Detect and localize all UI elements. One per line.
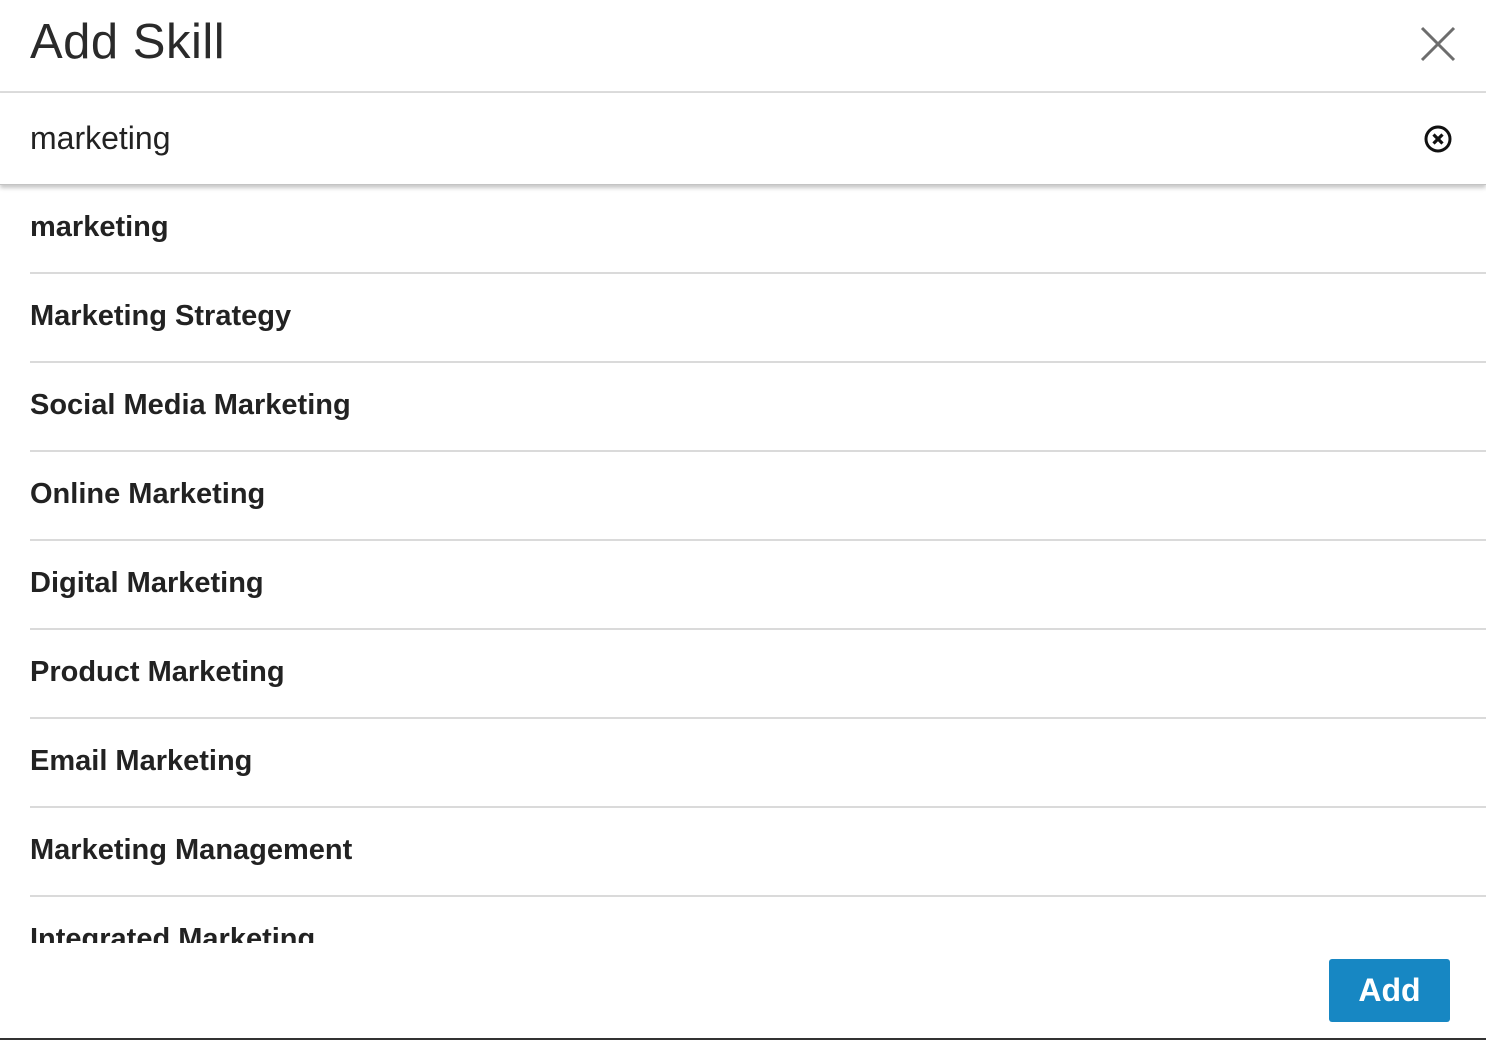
suggestion-label: Social Media Marketing bbox=[30, 389, 351, 421]
search-bar bbox=[0, 93, 1486, 185]
clear-search-button[interactable] bbox=[1423, 124, 1453, 154]
suggestion-item[interactable]: Product Marketing bbox=[30, 630, 1486, 719]
dialog-title: Add Skill bbox=[30, 15, 226, 69]
suggestion-item[interactable]: Marketing Strategy bbox=[30, 274, 1486, 363]
suggestion-label: Marketing Management bbox=[30, 834, 353, 866]
suggestion-item[interactable]: Online Marketing bbox=[30, 452, 1486, 541]
dialog-header: Add Skill bbox=[0, 0, 1486, 93]
close-icon bbox=[1420, 26, 1456, 62]
clear-circle-x-icon bbox=[1424, 125, 1452, 153]
suggestion-list: marketing Marketing Strategy Social Medi… bbox=[0, 185, 1486, 943]
suggestion-item[interactable]: Integrated Marketing bbox=[30, 897, 1486, 943]
suggestion-item[interactable]: Email Marketing bbox=[30, 719, 1486, 808]
add-button[interactable]: Add bbox=[1329, 959, 1450, 1022]
suggestion-label: Digital Marketing bbox=[30, 567, 264, 599]
suggestion-item[interactable]: Social Media Marketing bbox=[30, 363, 1486, 452]
suggestion-label: Marketing Strategy bbox=[30, 300, 292, 332]
suggestion-item[interactable]: Digital Marketing bbox=[30, 541, 1486, 630]
suggestion-label: Online Marketing bbox=[30, 478, 266, 510]
close-button[interactable] bbox=[1418, 24, 1458, 64]
suggestion-label: marketing bbox=[30, 211, 169, 243]
suggestion-item[interactable]: Marketing Management bbox=[30, 808, 1486, 897]
suggestion-label: Integrated Marketing bbox=[30, 923, 316, 943]
skill-search-input[interactable] bbox=[30, 115, 1390, 161]
suggestion-item[interactable]: marketing bbox=[30, 185, 1486, 274]
suggestion-label: Email Marketing bbox=[30, 745, 253, 777]
suggestion-label: Product Marketing bbox=[30, 656, 285, 688]
